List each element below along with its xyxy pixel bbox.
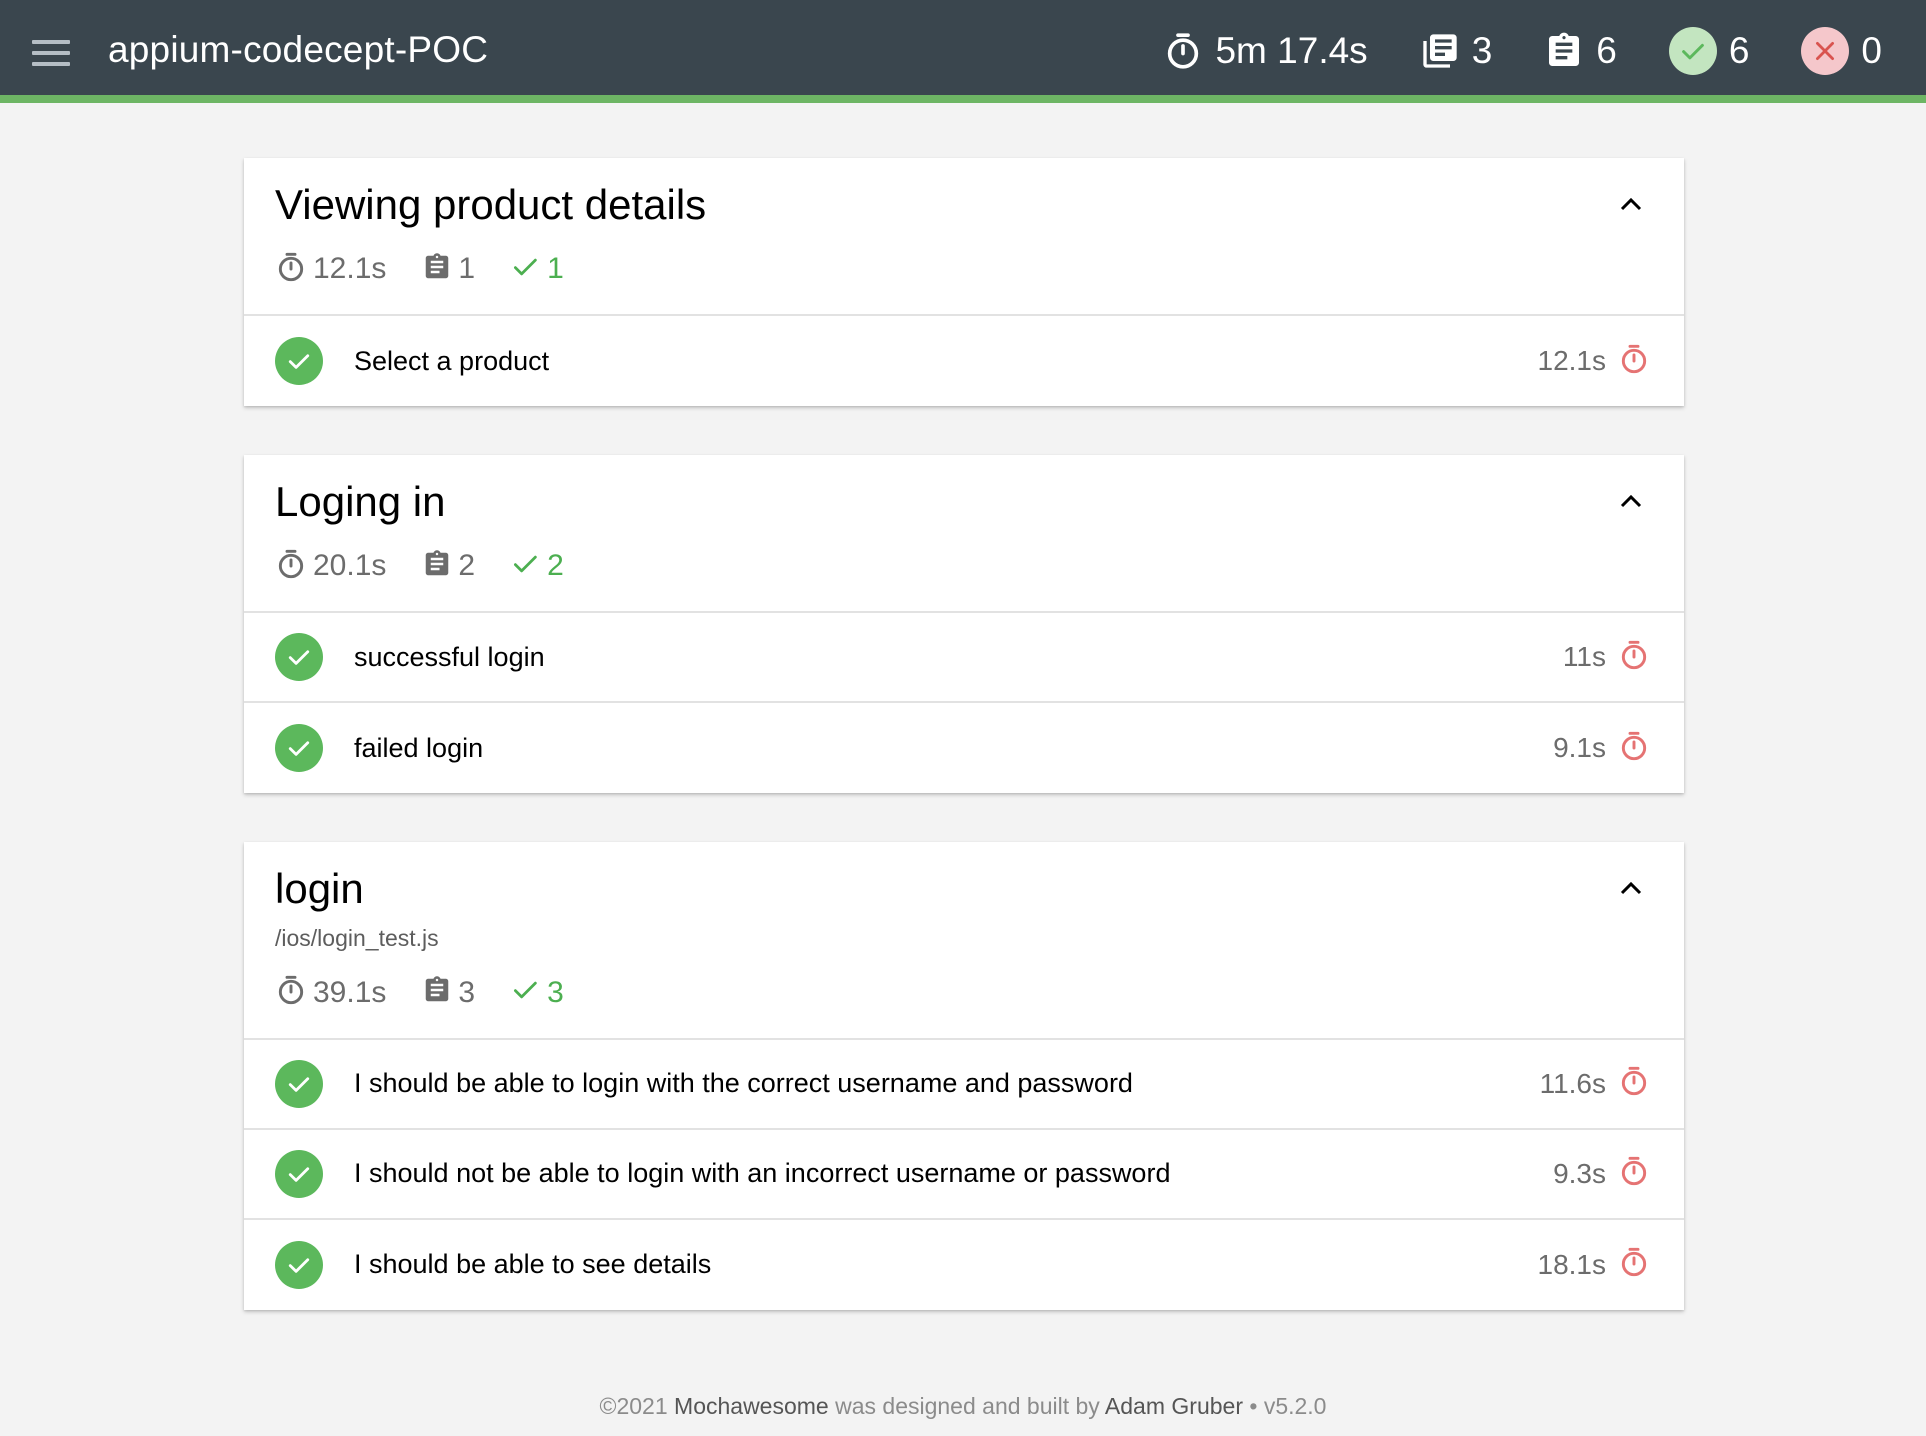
- test-duration: 11.6s: [1539, 1067, 1606, 1099]
- check-circle-icon: [275, 1059, 323, 1108]
- stat-failures[interactable]: 0: [1801, 27, 1882, 75]
- check-circle-icon: [275, 633, 323, 682]
- suite-card: login /ios/login_test.js 39.1s 3 3 I sho…: [244, 842, 1684, 1310]
- stat-tests-value: 6: [1596, 30, 1617, 71]
- test-title: I should not be able to login with an in…: [354, 1158, 1171, 1189]
- top-navbar: appium-codecept-POC 5m 17.4s 3 6 6 0: [0, 0, 1926, 103]
- suite-card: Viewing product details 12.1s 1 1 Select…: [244, 158, 1684, 407]
- suite-duration-value: 39.1s: [313, 975, 387, 1009]
- close-icon: [1801, 27, 1850, 75]
- footer-author-link[interactable]: Adam Gruber: [1105, 1393, 1243, 1419]
- stat-tests[interactable]: 6: [1544, 30, 1617, 72]
- footer-middle-text: was designed and built by: [835, 1393, 1100, 1419]
- clipboard-icon: [422, 252, 452, 287]
- stat-suites[interactable]: 3: [1420, 30, 1493, 72]
- footer-product-link[interactable]: Mochawesome: [674, 1393, 829, 1419]
- suite-duration-value: 20.1s: [313, 549, 387, 583]
- stopwatch-icon: [1618, 1155, 1650, 1192]
- test-row[interactable]: I should be able to see details 18.1s: [244, 1220, 1684, 1310]
- suite-tests-value: 2: [458, 549, 476, 583]
- test-row[interactable]: Select a product 12.1s: [244, 316, 1684, 406]
- check-circle-icon: [275, 1149, 323, 1198]
- suite-card: Loging in 20.1s 2 2 successful login 11s…: [244, 455, 1684, 794]
- suite-tests-count: 1: [422, 252, 475, 287]
- suite-duration-value: 12.1s: [313, 252, 387, 286]
- test-duration: 11s: [1562, 641, 1606, 673]
- suite-title: Loging in: [275, 478, 446, 526]
- test-row[interactable]: I should not be able to login with an in…: [244, 1130, 1684, 1220]
- test-title: failed login: [354, 732, 484, 763]
- suite-passes-value: 1: [547, 252, 564, 286]
- check-icon: [511, 549, 541, 584]
- stopwatch-icon: [1618, 1065, 1650, 1102]
- chevron-up-icon[interactable]: [1618, 194, 1644, 214]
- stat-passes-value: 6: [1728, 30, 1750, 71]
- suite-file-path: /ios/login_test.js: [275, 924, 439, 951]
- suite-header: login /ios/login_test.js 39.1s 3 3: [244, 842, 1684, 1040]
- check-icon: [511, 975, 541, 1010]
- suite-tests-count: 2: [422, 549, 475, 584]
- suite-header: Loging in 20.1s 2 2: [244, 455, 1684, 614]
- check-icon: [1668, 27, 1717, 75]
- suite-tests-value: 1: [458, 252, 476, 286]
- footer-version: • v5.2.0: [1249, 1393, 1327, 1419]
- stopwatch-icon: [1618, 343, 1650, 380]
- test-duration: 9.3s: [1553, 1157, 1606, 1189]
- footer-copyright: ©2021: [599, 1393, 668, 1419]
- footer: ©2021 Mochawesome was designed and built…: [0, 1393, 1926, 1420]
- report-stats: 5m 17.4s 3 6 6 0: [1111, 26, 1882, 76]
- report-title: appium-codecept-POC: [108, 29, 489, 70]
- stopwatch-icon: [1618, 639, 1650, 676]
- check-icon: [511, 252, 541, 287]
- test-duration: 9.1s: [1553, 732, 1606, 764]
- stopwatch-icon: [275, 548, 307, 585]
- suite-duration: 39.1s: [275, 974, 386, 1011]
- test-row[interactable]: failed login 9.1s: [244, 703, 1684, 793]
- suite-tests-value: 3: [458, 975, 476, 1009]
- chevron-up-icon[interactable]: [1618, 878, 1644, 898]
- stat-suites-value: 3: [1471, 30, 1493, 71]
- suite-summary: 20.1s 2 2: [275, 525, 1654, 611]
- suite-title: Viewing product details: [275, 181, 707, 228]
- suite-duration: 12.1s: [275, 251, 386, 288]
- stopwatch-icon: [275, 251, 307, 288]
- hamburger-menu-icon[interactable]: [32, 40, 70, 66]
- test-title: successful login: [354, 641, 545, 672]
- library-books-icon: [1420, 31, 1460, 71]
- check-circle-icon: [275, 337, 323, 386]
- suite-summary: 12.1s 1 1: [275, 228, 1654, 314]
- stat-passes[interactable]: 6: [1668, 27, 1750, 75]
- check-circle-icon: [275, 1240, 323, 1289]
- suite-passes: 1: [511, 252, 564, 287]
- stopwatch-icon: [1163, 31, 1203, 71]
- test-row[interactable]: I should be able to login with the corre…: [244, 1040, 1684, 1130]
- suite-header: Viewing product details 12.1s 1 1: [244, 158, 1684, 317]
- suite-tests-count: 3: [422, 975, 475, 1010]
- stopwatch-icon: [1618, 730, 1650, 767]
- suite-passes: 3: [511, 975, 564, 1010]
- stat-duration-value: 5m 17.4s: [1215, 30, 1368, 71]
- clipboard-icon: [1544, 31, 1584, 71]
- clipboard-icon: [422, 549, 452, 584]
- stopwatch-icon: [1618, 1246, 1650, 1283]
- suite-summary: 39.1s 3 3: [275, 952, 1654, 1038]
- suite-duration: 20.1s: [275, 548, 386, 585]
- test-title: Select a product: [354, 345, 550, 376]
- suites-container: Viewing product details 12.1s 1 1 Select…: [244, 158, 1684, 1359]
- test-row[interactable]: successful login 11s: [244, 613, 1684, 704]
- test-duration: 12.1s: [1537, 345, 1607, 377]
- stat-failures-value: 0: [1861, 30, 1882, 71]
- suite-passes-value: 2: [547, 549, 564, 583]
- test-title: I should be able to login with the corre…: [354, 1068, 1133, 1099]
- suite-title: login: [275, 865, 364, 913]
- stat-duration: 5m 17.4s: [1163, 30, 1368, 72]
- clipboard-icon: [422, 975, 452, 1010]
- suite-passes: 2: [511, 549, 564, 584]
- test-title: I should be able to see details: [354, 1249, 712, 1280]
- chevron-up-icon[interactable]: [1618, 491, 1644, 511]
- stopwatch-icon: [275, 974, 307, 1011]
- check-circle-icon: [275, 724, 323, 773]
- suite-passes-value: 3: [547, 975, 564, 1009]
- test-duration: 18.1s: [1537, 1248, 1607, 1280]
